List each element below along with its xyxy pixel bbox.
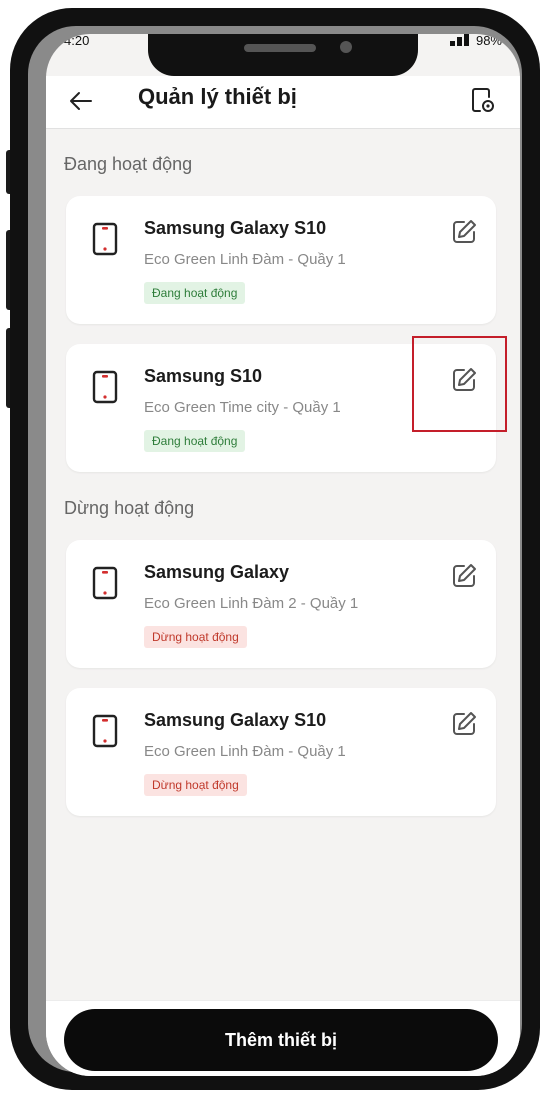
device-name: Samsung Galaxy S10 <box>144 710 327 730</box>
edit-button[interactable] <box>450 218 478 246</box>
device-card[interactable]: Samsung Galaxy S10 Eco Green Linh Đàm - … <box>66 688 496 816</box>
device-name: Samsung S10 <box>144 366 263 386</box>
section-title-inactive: Dừng hoạt động <box>64 498 195 518</box>
status-badge: Đang hoạt động <box>144 430 246 452</box>
edit-button[interactable] <box>450 562 478 590</box>
device-name: Samsung Galaxy S10 <box>144 218 327 238</box>
edit-icon <box>453 220 476 243</box>
phone-icon <box>92 566 118 600</box>
battery-percent: 98% <box>475 34 502 48</box>
device-settings-icon <box>472 88 494 112</box>
notch <box>148 34 418 76</box>
status-indicators: 98% <box>449 34 502 58</box>
status-badge: Đang hoạt động <box>144 282 246 304</box>
status-badge: Dừng hoạt động <box>144 626 247 648</box>
device-card[interactable]: Samsung Galaxy S10 Eco Green Linh Đàm - … <box>66 196 496 324</box>
section-title-active: Đang hoạt động <box>64 154 193 174</box>
device-location: Eco Green Linh Đàm - Quầy 1 <box>144 251 346 268</box>
edit-button[interactable] <box>450 710 478 738</box>
signal-icon <box>449 34 469 46</box>
device-settings-button[interactable] <box>466 84 498 116</box>
highlight-box <box>412 336 507 432</box>
front-camera <box>340 41 352 53</box>
device-location: Eco Green Linh Đàm - Quầy 1 <box>144 743 346 760</box>
status-time: 4:20 <box>64 34 90 48</box>
phone-screen: 4:20 98% Quản lý thiết bị Đang hoạt động… <box>46 34 520 1076</box>
back-button[interactable] <box>66 86 96 116</box>
device-name: Samsung Galaxy <box>144 562 290 582</box>
edit-icon <box>453 712 476 735</box>
app-header: Quản lý thiết bị <box>46 76 520 129</box>
device-card[interactable]: Samsung Galaxy Eco Green Linh Đàm 2 - Qu… <box>66 540 496 668</box>
add-device-button[interactable]: Thêm thiết bị <box>64 1009 498 1071</box>
device-location: Eco Green Time city - Quầy 1 <box>144 399 341 416</box>
page-title: Quản lý thiết bị <box>138 84 297 109</box>
phone-icon <box>92 714 118 748</box>
device-location: Eco Green Linh Đàm 2 - Quầy 1 <box>144 595 359 612</box>
phone-icon <box>92 370 118 404</box>
bottom-action-bar: Thêm thiết bị <box>46 1000 520 1076</box>
edit-icon <box>453 564 476 587</box>
speaker-grille <box>244 44 316 52</box>
arrow-left-icon <box>70 92 92 110</box>
status-badge: Dừng hoạt động <box>144 774 247 796</box>
phone-icon <box>92 222 118 256</box>
